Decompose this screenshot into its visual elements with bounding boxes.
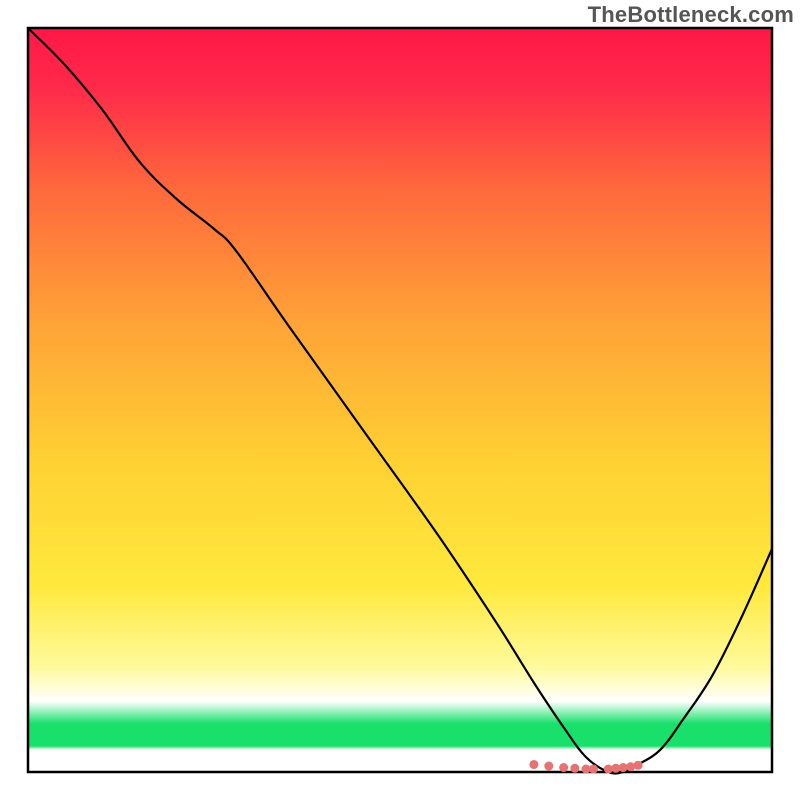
bottom-point [634,761,643,770]
bottom-point [626,762,635,771]
bottom-point [529,760,538,769]
bottom-point [570,764,579,773]
bottleneck-chart [0,0,800,800]
bottom-point [559,763,568,772]
plot-background [28,28,772,772]
bottom-point [589,765,598,774]
watermark-label: TheBottleneck.com [588,2,794,28]
chart-frame: TheBottleneck.com [0,0,800,800]
bottom-point [544,762,553,771]
